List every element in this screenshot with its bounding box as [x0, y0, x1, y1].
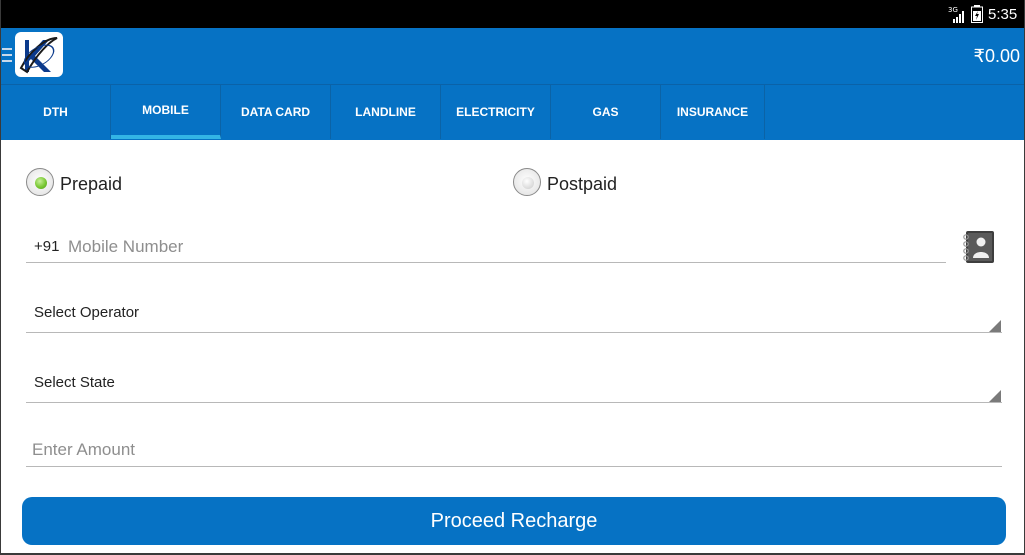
logo-icon	[19, 37, 58, 74]
tab-landline[interactable]: LANDLINE	[331, 85, 441, 139]
postpaid-label[interactable]: Postpaid	[547, 174, 617, 195]
category-tabs: DTH MOBILE DATA CARD LANDLINE ELECTRICIT…	[1, 84, 1024, 140]
status-bar: 3G 5:35	[1, 0, 1024, 28]
signal-3g-icon: 3G	[948, 6, 964, 23]
radio-empty-dot	[522, 177, 534, 189]
proceed-recharge-button[interactable]: Proceed Recharge	[22, 497, 1006, 545]
app-logo[interactable]	[15, 32, 63, 77]
recharge-screen: 3G 5:35 ₹0.00 DTH MOBILE DATA CARD LANDL…	[0, 0, 1025, 555]
tab-data-card[interactable]: DATA CARD	[221, 85, 331, 139]
wallet-balance[interactable]: ₹0.00	[974, 46, 1021, 67]
status-time: 5:35	[988, 6, 1018, 23]
operator-underline	[26, 332, 1002, 333]
tab-insurance[interactable]: INSURANCE	[661, 85, 765, 139]
tab-dth[interactable]: DTH	[1, 85, 111, 139]
prepaid-radio[interactable]	[26, 168, 54, 196]
operator-select[interactable]: Select Operator	[34, 304, 139, 321]
state-select[interactable]: Select State	[34, 374, 115, 391]
state-underline	[26, 402, 1002, 403]
tab-gas[interactable]: GAS	[551, 85, 661, 139]
radio-selected-dot	[35, 177, 47, 189]
country-code: +91	[34, 238, 60, 255]
mobile-number-underline	[26, 262, 946, 263]
postpaid-radio[interactable]	[513, 168, 541, 196]
tab-mobile[interactable]: MOBILE	[111, 85, 221, 139]
menu-icon[interactable]	[2, 47, 12, 63]
battery-icon	[971, 5, 983, 23]
prepaid-label[interactable]: Prepaid	[60, 174, 122, 195]
state-dropdown-arrow-icon[interactable]	[989, 390, 1001, 402]
amount-underline	[26, 466, 1002, 467]
operator-dropdown-arrow-icon[interactable]	[989, 320, 1001, 332]
tab-electricity[interactable]: ELECTRICITY	[441, 85, 551, 139]
action-bar	[1, 28, 1024, 84]
svg-text:3G: 3G	[948, 6, 958, 14]
mobile-number-input[interactable]: Mobile Number	[68, 237, 183, 257]
amount-input[interactable]: Enter Amount	[32, 440, 135, 460]
contacts-book-icon[interactable]	[962, 230, 996, 264]
